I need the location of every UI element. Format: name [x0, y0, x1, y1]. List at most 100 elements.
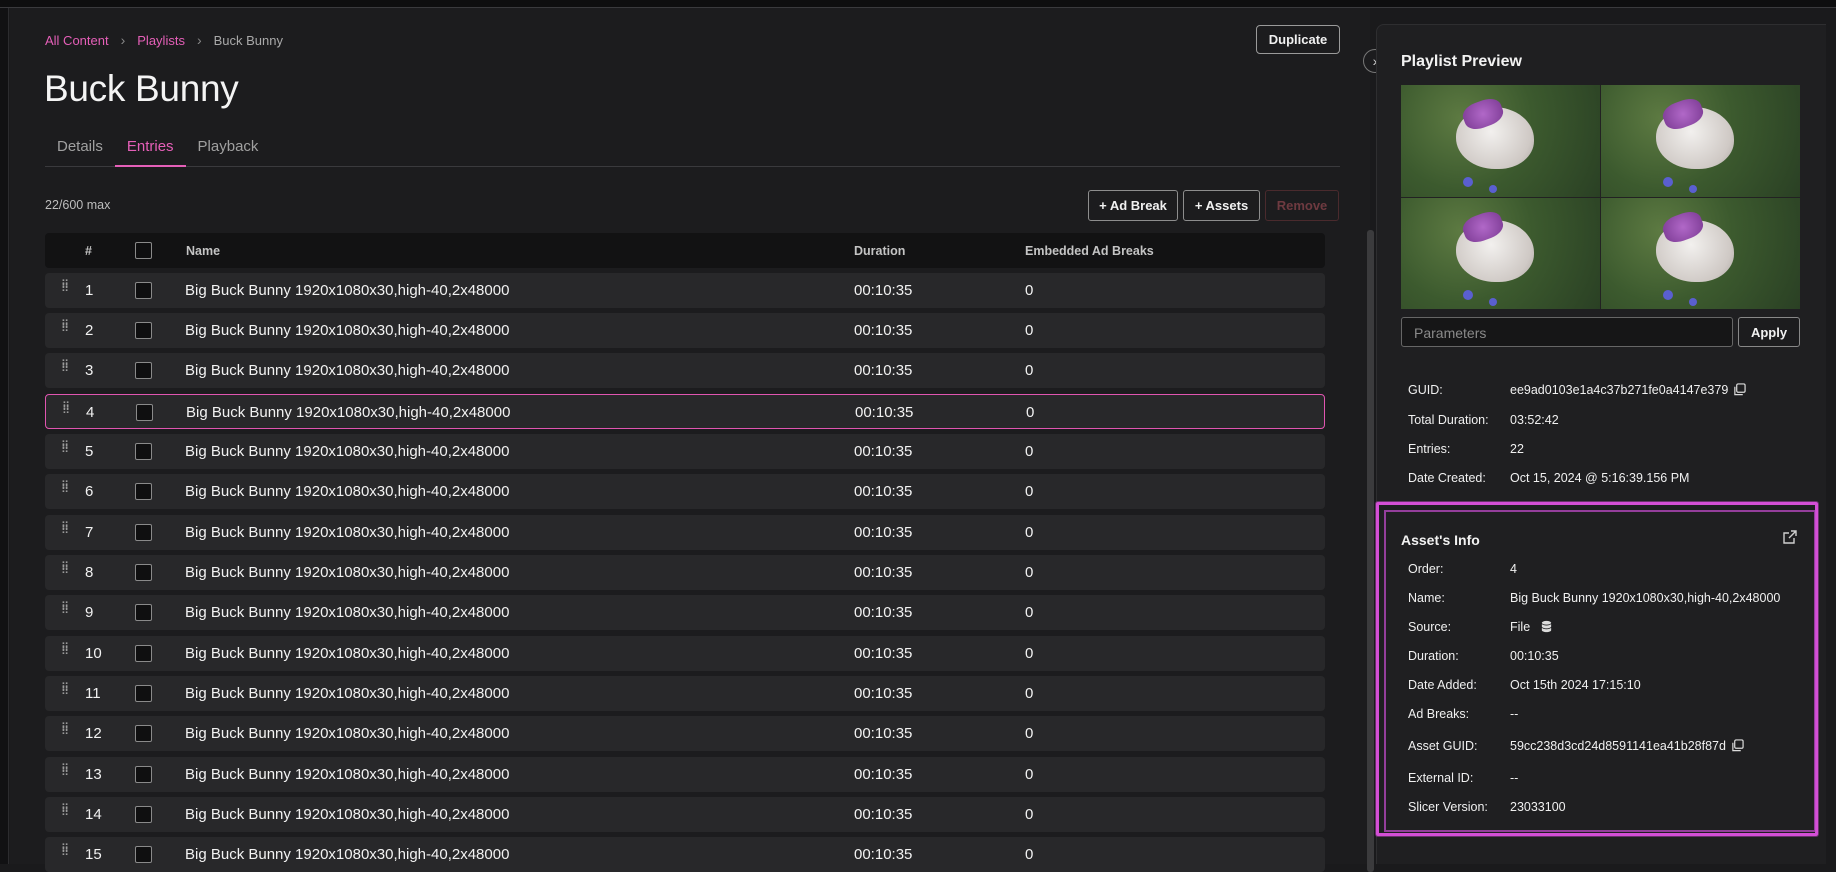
- row-checkbox[interactable]: [135, 645, 152, 662]
- table-row[interactable]: ⠿ ⠿ 15 Big Buck Bunny 1920x1080x30,high-40,…: [45, 837, 1325, 872]
- row-checkbox[interactable]: [136, 404, 153, 421]
- row-number: 9: [85, 604, 94, 621]
- row-name: Big Buck Bunny 1920x1080x30,high-40,2x48…: [186, 404, 511, 421]
- row-number: 13: [85, 766, 102, 783]
- row-number: 4: [86, 404, 95, 421]
- info-label: GUID:: [1408, 383, 1443, 397]
- drag-handle-icon[interactable]: ⠿ ⠿: [61, 683, 69, 702]
- chevron-right-icon: ›: [120, 32, 126, 48]
- add-assets-button[interactable]: + Assets: [1183, 190, 1260, 221]
- row-checkbox[interactable]: [135, 806, 152, 823]
- tab-entries[interactable]: Entries: [114, 130, 186, 167]
- row-duration: 00:10:35: [854, 806, 913, 823]
- row-ad-breaks: 0: [1025, 725, 1034, 742]
- row-checkbox[interactable]: [135, 766, 152, 783]
- parameters-input[interactable]: Parameters: [1401, 317, 1733, 347]
- row-duration: 00:10:35: [854, 322, 913, 339]
- preview-thumbnail[interactable]: [1401, 85, 1800, 309]
- row-ad-breaks: 0: [1025, 685, 1034, 702]
- row-name: Big Buck Bunny 1920x1080x30,high-40,2x48…: [185, 443, 510, 460]
- row-checkbox[interactable]: [135, 604, 152, 621]
- row-ad-breaks: 0: [1025, 645, 1034, 662]
- drag-handle-icon[interactable]: ⠿ ⠿: [61, 441, 69, 460]
- highlight-annotation-inner: [1384, 510, 1816, 832]
- row-checkbox[interactable]: [135, 725, 152, 742]
- info-label: Date Created:: [1408, 471, 1486, 485]
- select-all-checkbox[interactable]: [135, 242, 152, 259]
- table-row[interactable]: ⠿ ⠿ 14 Big Buck Bunny 1920x1080x30,high-40,…: [45, 797, 1325, 832]
- row-number: 11: [85, 685, 101, 702]
- drag-handle-icon[interactable]: ⠿ ⠿: [61, 320, 69, 339]
- column-ad-breaks[interactable]: Embedded Ad Breaks: [1025, 244, 1154, 258]
- drag-handle-icon[interactable]: ⠿ ⠿: [61, 360, 69, 379]
- table-row[interactable]: ⠿ ⠿ 1 Big Buck Bunny 1920x1080x30,high-40,2…: [45, 273, 1325, 308]
- table-row[interactable]: ⠿ ⠿ 2 Big Buck Bunny 1920x1080x30,high-40,2…: [45, 313, 1325, 348]
- row-ad-breaks: 0: [1026, 404, 1035, 421]
- row-number: 10: [85, 645, 102, 662]
- row-name: Big Buck Bunny 1920x1080x30,high-40,2x48…: [185, 766, 510, 783]
- row-name: Big Buck Bunny 1920x1080x30,high-40,2x48…: [185, 645, 510, 662]
- row-checkbox[interactable]: [135, 524, 152, 541]
- row-ad-breaks: 0: [1025, 443, 1034, 460]
- column-name[interactable]: Name: [186, 244, 220, 258]
- row-checkbox[interactable]: [135, 483, 152, 500]
- row-checkbox[interactable]: [135, 685, 152, 702]
- table-row[interactable]: ⠿ ⠿ 11 Big Buck Bunny 1920x1080x30,high-40,…: [45, 676, 1325, 711]
- info-value: 03:52:42: [1510, 413, 1559, 427]
- drag-handle-icon[interactable]: ⠿ ⠿: [61, 481, 69, 500]
- table-row[interactable]: ⠿ ⠿ 10 Big Buck Bunny 1920x1080x30,high-40,…: [45, 636, 1325, 671]
- drag-handle-icon[interactable]: ⠿ ⠿: [61, 522, 69, 541]
- row-ad-breaks: 0: [1025, 604, 1034, 621]
- table-row[interactable]: ⠿ ⠿ 8 Big Buck Bunny 1920x1080x30,high-40,2…: [45, 555, 1325, 590]
- drag-handle-icon[interactable]: ⠿ ⠿: [61, 562, 69, 581]
- row-checkbox[interactable]: [135, 282, 152, 299]
- table-row[interactable]: ⠿ ⠿ 5 Big Buck Bunny 1920x1080x30,high-40,2…: [45, 434, 1325, 469]
- row-checkbox[interactable]: [135, 443, 152, 460]
- row-name: Big Buck Bunny 1920x1080x30,high-40,2x48…: [185, 322, 510, 339]
- add-ad-break-button[interactable]: + Ad Break: [1088, 190, 1178, 221]
- table-row[interactable]: ⠿ ⠿ 12 Big Buck Bunny 1920x1080x30,high-40,…: [45, 716, 1325, 751]
- column-number: #: [85, 244, 92, 258]
- main-content: All Content › Playlists › Buck Bunny Buc…: [10, 8, 1374, 872]
- row-number: 3: [85, 362, 94, 379]
- breadcrumb-all-content[interactable]: All Content: [45, 33, 109, 48]
- table-row[interactable]: ⠿ ⠿ 4 Big Buck Bunny 1920x1080x30,high-40,2…: [45, 394, 1325, 429]
- top-bar: [0, 0, 1836, 8]
- remove-button[interactable]: Remove: [1265, 190, 1339, 221]
- breadcrumb-playlists[interactable]: Playlists: [137, 33, 185, 48]
- row-name: Big Buck Bunny 1920x1080x30,high-40,2x48…: [185, 806, 510, 823]
- row-checkbox[interactable]: [135, 846, 152, 863]
- drag-handle-icon[interactable]: ⠿ ⠿: [61, 764, 69, 783]
- scrollbar[interactable]: [1367, 230, 1374, 872]
- table-row[interactable]: ⠿ ⠿ 13 Big Buck Bunny 1920x1080x30,high-40,…: [45, 757, 1325, 792]
- drag-handle-icon[interactable]: ⠿ ⠿: [61, 844, 69, 863]
- row-number: 12: [85, 725, 102, 742]
- tab-playback[interactable]: Playback: [186, 130, 271, 167]
- table-row[interactable]: ⠿ ⠿ 6 Big Buck Bunny 1920x1080x30,high-40,2…: [45, 474, 1325, 509]
- table-row[interactable]: ⠿ ⠿ 3 Big Buck Bunny 1920x1080x30,high-40,2…: [45, 353, 1325, 388]
- table-row[interactable]: ⠿ ⠿ 9 Big Buck Bunny 1920x1080x30,high-40,2…: [45, 595, 1325, 630]
- copy-icon[interactable]: [1733, 383, 1746, 396]
- row-checkbox[interactable]: [135, 362, 152, 379]
- info-value-text: 22: [1510, 442, 1524, 456]
- drag-handle-icon[interactable]: ⠿ ⠿: [61, 643, 69, 662]
- row-checkbox[interactable]: [135, 564, 152, 581]
- drag-handle-icon[interactable]: ⠿ ⠿: [61, 723, 69, 742]
- entries-count: 22/600 max: [45, 198, 111, 212]
- drag-handle-icon[interactable]: ⠿ ⠿: [61, 602, 69, 621]
- column-duration[interactable]: Duration: [854, 244, 905, 258]
- tab-details[interactable]: Details: [45, 130, 115, 167]
- info-label: Total Duration:: [1408, 413, 1489, 427]
- drag-handle-icon[interactable]: ⠿ ⠿: [61, 280, 69, 299]
- row-number: 5: [85, 443, 94, 460]
- table-row[interactable]: ⠿ ⠿ 7 Big Buck Bunny 1920x1080x30,high-40,2…: [45, 515, 1325, 550]
- drag-handle-icon[interactable]: ⠿ ⠿: [61, 804, 69, 823]
- row-duration: 00:10:35: [854, 725, 913, 742]
- row-checkbox[interactable]: [135, 322, 152, 339]
- drag-handle-icon[interactable]: ⠿ ⠿: [62, 402, 70, 421]
- row-ad-breaks: 0: [1025, 766, 1034, 783]
- row-name: Big Buck Bunny 1920x1080x30,high-40,2x48…: [185, 725, 510, 742]
- apply-button[interactable]: Apply: [1738, 317, 1800, 347]
- tab-bar: Details Entries Playback: [45, 130, 1340, 167]
- duplicate-button[interactable]: Duplicate: [1256, 25, 1340, 54]
